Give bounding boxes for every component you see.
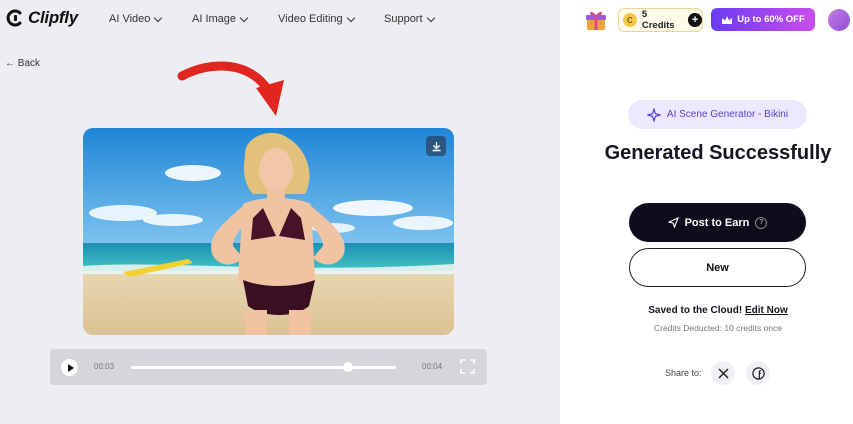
credits-badge[interactable]: C 5 Credits + xyxy=(618,8,703,32)
x-twitter-icon xyxy=(717,367,729,379)
progress-track[interactable] xyxy=(131,366,396,369)
new-button[interactable]: New xyxy=(629,248,806,287)
nav-support[interactable]: Support xyxy=(384,13,435,25)
credits-deducted-text: Credits Deducted: 10 credits once xyxy=(653,323,783,333)
credits-label: 5 Credits xyxy=(641,9,675,31)
chevron-down-icon xyxy=(154,13,163,22)
post-button-label: Post to Earn xyxy=(684,216,750,229)
play-icon xyxy=(67,363,74,372)
fullscreen-icon[interactable] xyxy=(460,359,475,374)
saved-text: Saved to the Cloud! xyxy=(648,305,743,316)
red-arrow-annotation xyxy=(177,61,284,116)
saved-status: Saved to the Cloud! Edit Now xyxy=(580,305,853,316)
generated-image xyxy=(83,128,454,335)
download-icon xyxy=(432,141,440,151)
avatar[interactable] xyxy=(828,9,850,31)
beach-scene-image xyxy=(83,128,454,335)
chevron-down-icon xyxy=(426,13,435,22)
back-label: Back xyxy=(17,58,41,69)
progress-knob[interactable] xyxy=(343,362,354,372)
arrow-left-icon: ← xyxy=(5,58,15,69)
sparkle-icon xyxy=(646,107,661,122)
nav-label: Support xyxy=(384,13,423,25)
promo-label: Up to 60% OFF xyxy=(737,14,805,25)
page-title: Generated Successfully xyxy=(604,142,832,164)
share-facebook-button[interactable] xyxy=(746,361,770,385)
edit-now-link[interactable]: Edit Now xyxy=(745,305,788,316)
tool-tag: AI Scene Generator - Bikini xyxy=(628,100,807,129)
nav-ai-video[interactable]: AI Video xyxy=(109,13,163,25)
tool-tag-label: AI Scene Generator - Bikini xyxy=(666,109,789,120)
nav-label: AI Video xyxy=(109,13,151,25)
logo[interactable]: Clipfly xyxy=(5,8,78,28)
download-button[interactable] xyxy=(426,136,446,156)
nav-label: AI Image xyxy=(192,13,237,25)
share-x-button[interactable] xyxy=(711,361,735,385)
logo-text: Clipfly xyxy=(28,8,78,27)
main-area: Clipfly AI Video AI Image Video Editing … xyxy=(0,0,560,424)
add-credits-icon[interactable]: + xyxy=(688,13,702,27)
nav-label: Video Editing xyxy=(278,13,343,25)
end-time: 00:04 xyxy=(422,362,443,371)
new-button-label: New xyxy=(706,261,729,274)
upgrade-promo-button[interactable]: Up to 60% OFF xyxy=(711,8,815,31)
chevron-down-icon xyxy=(346,13,355,22)
video-player-controls: 00:03 00:04 xyxy=(50,349,487,385)
send-icon xyxy=(667,217,679,228)
clipfly-logo-icon xyxy=(6,9,22,27)
share-label: Share to: xyxy=(665,368,702,378)
help-icon[interactable]: ? xyxy=(755,216,768,229)
back-link[interactable]: ← Back xyxy=(5,58,40,69)
gift-icon[interactable] xyxy=(585,9,607,31)
play-button[interactable] xyxy=(61,359,78,376)
chevron-down-icon xyxy=(239,13,249,22)
nav-ai-image[interactable]: AI Image xyxy=(192,13,249,25)
facebook-icon xyxy=(751,366,765,380)
crown-icon xyxy=(722,15,733,24)
coin-icon: C xyxy=(623,13,637,27)
post-to-earn-button[interactable]: Post to Earn ? xyxy=(629,203,806,242)
current-time: 00:03 xyxy=(94,362,115,371)
nav-video-editing[interactable]: Video Editing xyxy=(278,13,355,25)
